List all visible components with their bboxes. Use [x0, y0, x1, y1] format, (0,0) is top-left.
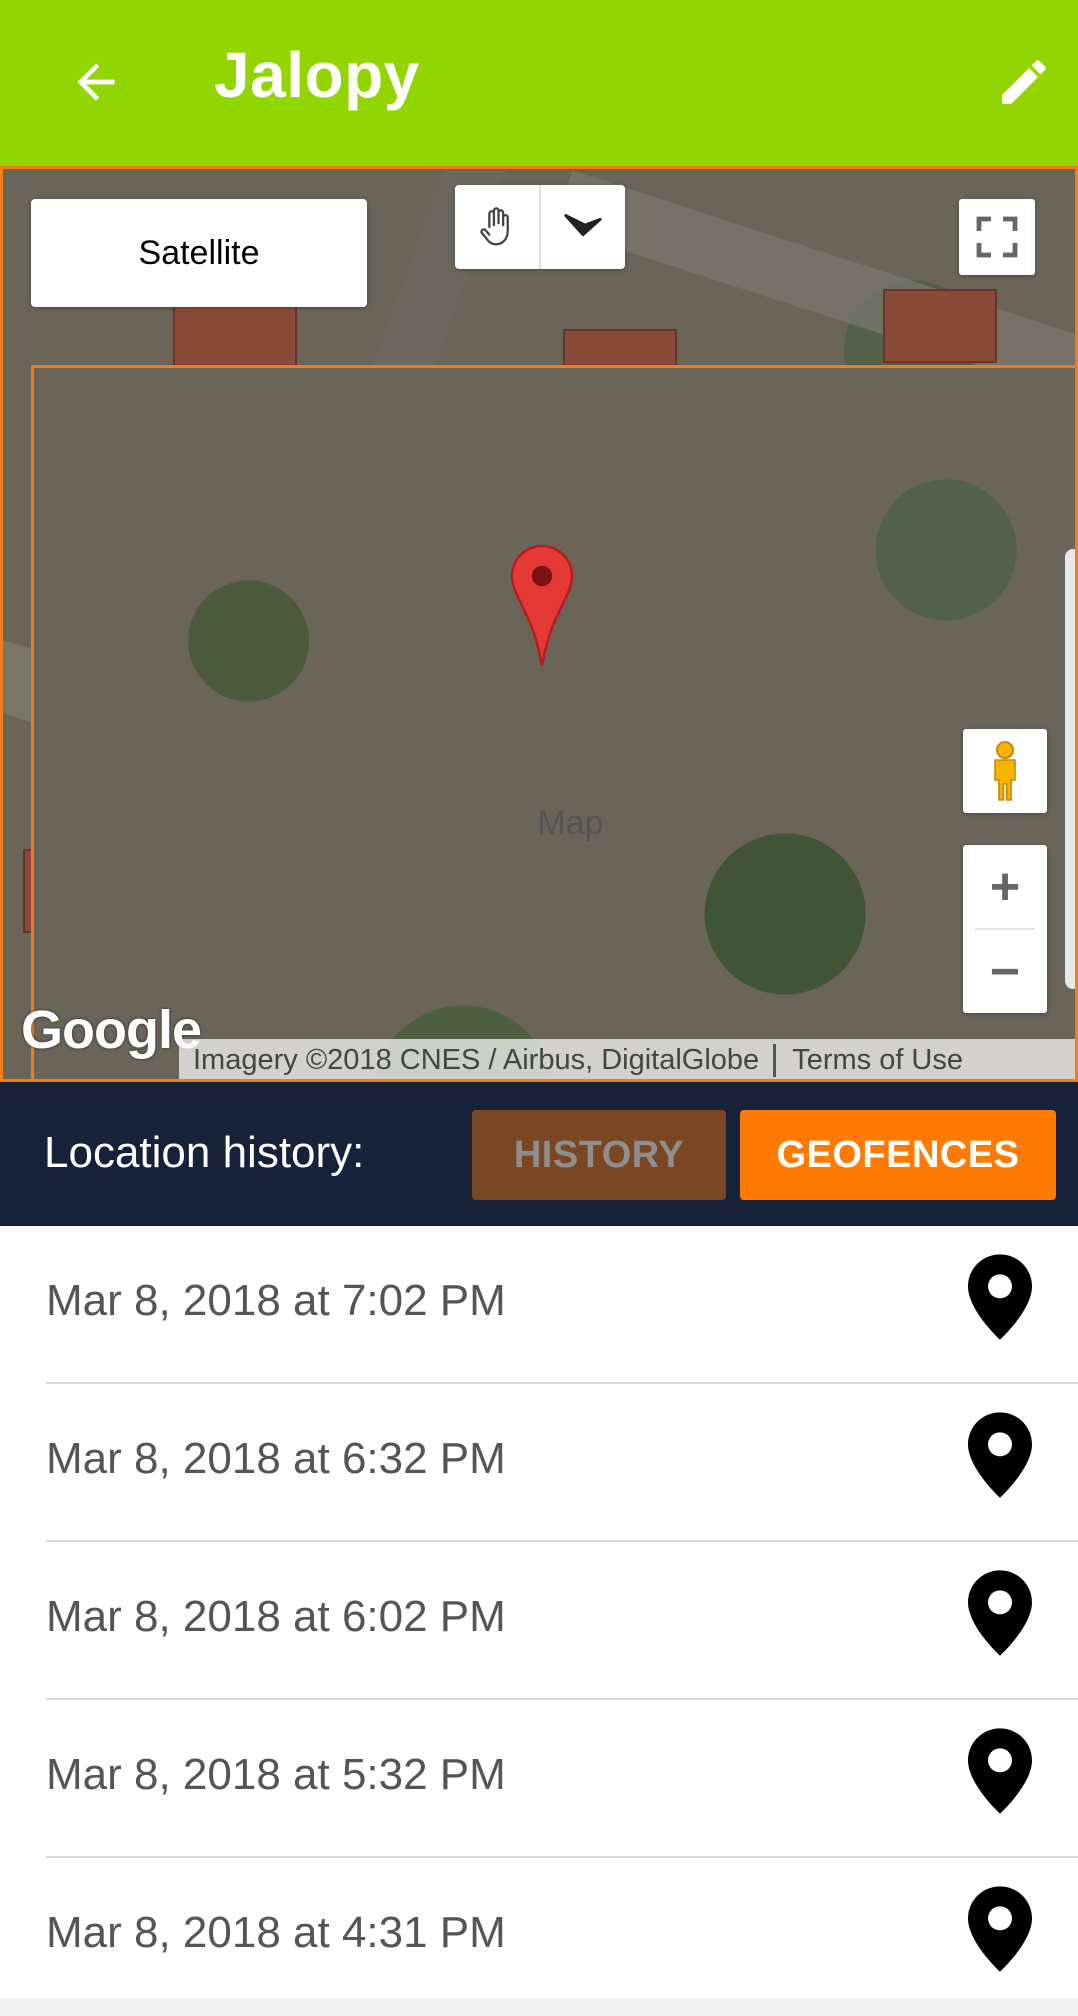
location-pin-icon[interactable]	[968, 1570, 1032, 1661]
hand-icon	[480, 207, 509, 246]
location-time: Mar 8, 2018 at 7:02 PM	[46, 1276, 506, 1325]
location-history-label: Location history:	[44, 1128, 365, 1177]
location-pin-icon[interactable]	[968, 1886, 1032, 1977]
imagery-credit: Imagery ©2018 CNES / Airbus, DigitalGlob…	[179, 1043, 777, 1077]
fullscreen-icon	[976, 216, 1018, 258]
map-type-map-button[interactable]: Map	[31, 365, 1075, 1079]
location-history-bar: Location history: HISTORY GEOFENCES	[0, 1082, 1078, 1226]
map-view[interactable]: Map Satellite + − Google Imagery ©2018 C…	[0, 166, 1078, 1082]
app-bar: Jalopy	[0, 0, 1078, 166]
map-type-control: Map Satellite	[31, 199, 1075, 1079]
list-item[interactable]: Mar 8, 2018 at 4:31 PM	[0, 1858, 1078, 2016]
zoom-control: + −	[963, 845, 1047, 1013]
page-title: Jalopy	[214, 39, 420, 111]
location-time: Mar 8, 2018 at 4:31 PM	[46, 1908, 506, 1957]
polygon-tool-button[interactable]	[539, 185, 625, 269]
drawer-handle[interactable]	[1065, 549, 1075, 989]
list-item[interactable]: Mar 8, 2018 at 6:02 PM	[0, 1542, 1078, 1700]
arrow-left-icon	[77, 63, 115, 101]
location-list: Mar 8, 2018 at 7:02 PM Mar 8, 2018 at 6:…	[0, 1226, 1078, 1998]
location-time: Mar 8, 2018 at 5:32 PM	[46, 1750, 506, 1799]
location-pin-icon[interactable]	[968, 1254, 1032, 1345]
location-pin-icon[interactable]	[968, 1728, 1032, 1819]
polygon-icon	[564, 214, 602, 237]
terms-of-use-link[interactable]: Terms of Use	[776, 1044, 963, 1077]
fullscreen-button[interactable]	[959, 199, 1035, 275]
pan-tool-button[interactable]	[455, 185, 539, 269]
edit-button[interactable]	[986, 44, 1062, 120]
pencil-icon	[1002, 60, 1046, 104]
list-item[interactable]: Mar 8, 2018 at 7:02 PM	[0, 1226, 1078, 1384]
zoom-in-button[interactable]: +	[963, 845, 1047, 928]
list-item[interactable]: Mar 8, 2018 at 5:32 PM	[0, 1700, 1078, 1858]
location-marker-icon[interactable]	[509, 543, 575, 674]
pegman-icon	[994, 741, 1016, 801]
location-time: Mar 8, 2018 at 6:02 PM	[46, 1592, 506, 1641]
location-pin-icon[interactable]	[968, 1412, 1032, 1503]
location-time: Mar 8, 2018 at 6:32 PM	[46, 1434, 506, 1483]
map-building	[883, 289, 997, 363]
geofences-button[interactable]: GEOFENCES	[740, 1110, 1056, 1200]
drawing-tools	[455, 185, 625, 269]
zoom-out-button[interactable]: −	[963, 930, 1047, 1013]
street-view-pegman-button[interactable]	[963, 729, 1047, 813]
back-button[interactable]	[58, 44, 134, 120]
history-button[interactable]: HISTORY	[472, 1110, 726, 1200]
google-logo: Google	[21, 1000, 202, 1060]
list-item[interactable]: Mar 8, 2018 at 6:32 PM	[0, 1384, 1078, 1542]
map-attribution: Imagery ©2018 CNES / Airbus, DigitalGlob…	[179, 1039, 1075, 1079]
map-type-satellite-button[interactable]: Satellite	[31, 199, 367, 307]
